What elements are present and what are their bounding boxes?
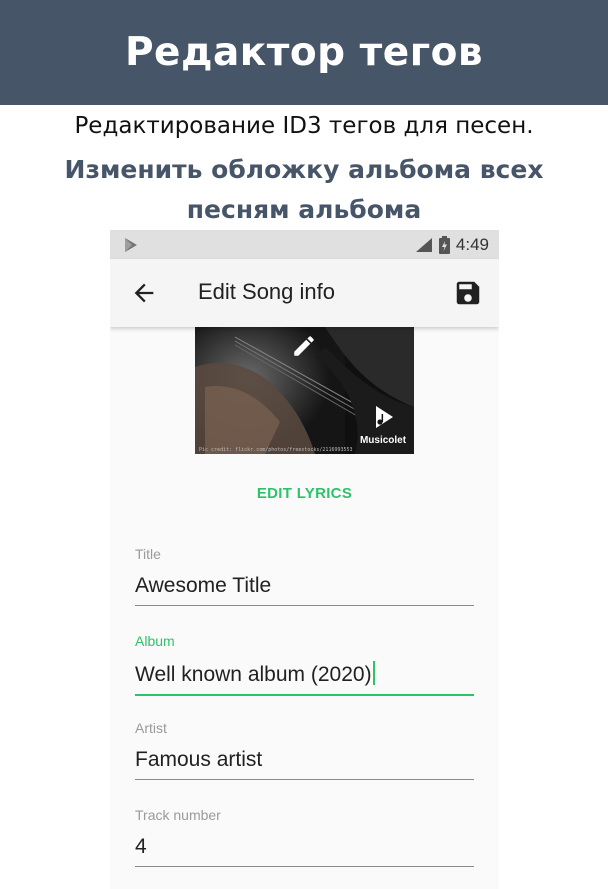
- app-bar: Edit Song info: [110, 259, 499, 327]
- banner-title: Редактор тегов: [124, 30, 484, 75]
- appbar-title: Edit Song info: [198, 279, 335, 304]
- edit-lyrics-button[interactable]: EDIT LYRICS: [110, 485, 499, 502]
- signal-icon: [415, 237, 432, 252]
- promo-feature-text: Изменить обложку альбома всех песням аль…: [64, 155, 544, 224]
- album-value: Well known album (2020): [135, 663, 372, 686]
- back-arrow-icon[interactable]: [130, 279, 158, 307]
- track-number-value: 4: [135, 835, 147, 858]
- artist-input[interactable]: Famous artist: [135, 748, 474, 780]
- photo-credit: Pic credit: flickr.com/photos/freestocks…: [199, 447, 353, 453]
- edit-cover-pencil-icon[interactable]: [291, 333, 317, 359]
- title-field: Title Awesome Title: [135, 546, 474, 606]
- status-right: 4:49: [415, 230, 489, 259]
- album-field: Album Well known album (2020): [135, 633, 474, 696]
- text-cursor: [372, 661, 375, 685]
- save-icon[interactable]: [453, 278, 483, 308]
- promo-banner: Редактор тегов: [0, 0, 608, 105]
- status-bar: 4:49: [110, 230, 499, 259]
- title-input[interactable]: Awesome Title: [135, 574, 474, 606]
- artist-field: Artist Famous artist: [135, 720, 474, 780]
- track-number-field: Track number 4: [135, 807, 474, 867]
- musicolet-logo-icon: [376, 406, 393, 428]
- play-store-notification-icon: [125, 238, 137, 252]
- musicolet-watermark: Musicolet: [358, 404, 408, 446]
- title-label: Title: [135, 546, 161, 562]
- artist-value: Famous artist: [135, 748, 263, 771]
- brand-name: Musicolet: [359, 435, 407, 446]
- track-number-input[interactable]: 4: [135, 835, 474, 867]
- title-value: Awesome Title: [135, 574, 272, 597]
- album-label: Album: [135, 633, 175, 649]
- album-cover[interactable]: Musicolet Pic credit: flickr.com/photos/…: [195, 327, 414, 454]
- status-time: 4:49: [455, 234, 489, 254]
- battery-icon: [438, 235, 450, 254]
- track-number-label: Track number: [135, 807, 221, 823]
- artist-label: Artist: [135, 720, 167, 736]
- promo-subtitle: Редактирование ID3 тегов для песен.: [74, 113, 534, 139]
- phone-screen: 4:49 Edit Song info Musicolet Pic credit…: [110, 230, 499, 889]
- album-input[interactable]: Well known album (2020): [135, 661, 474, 696]
